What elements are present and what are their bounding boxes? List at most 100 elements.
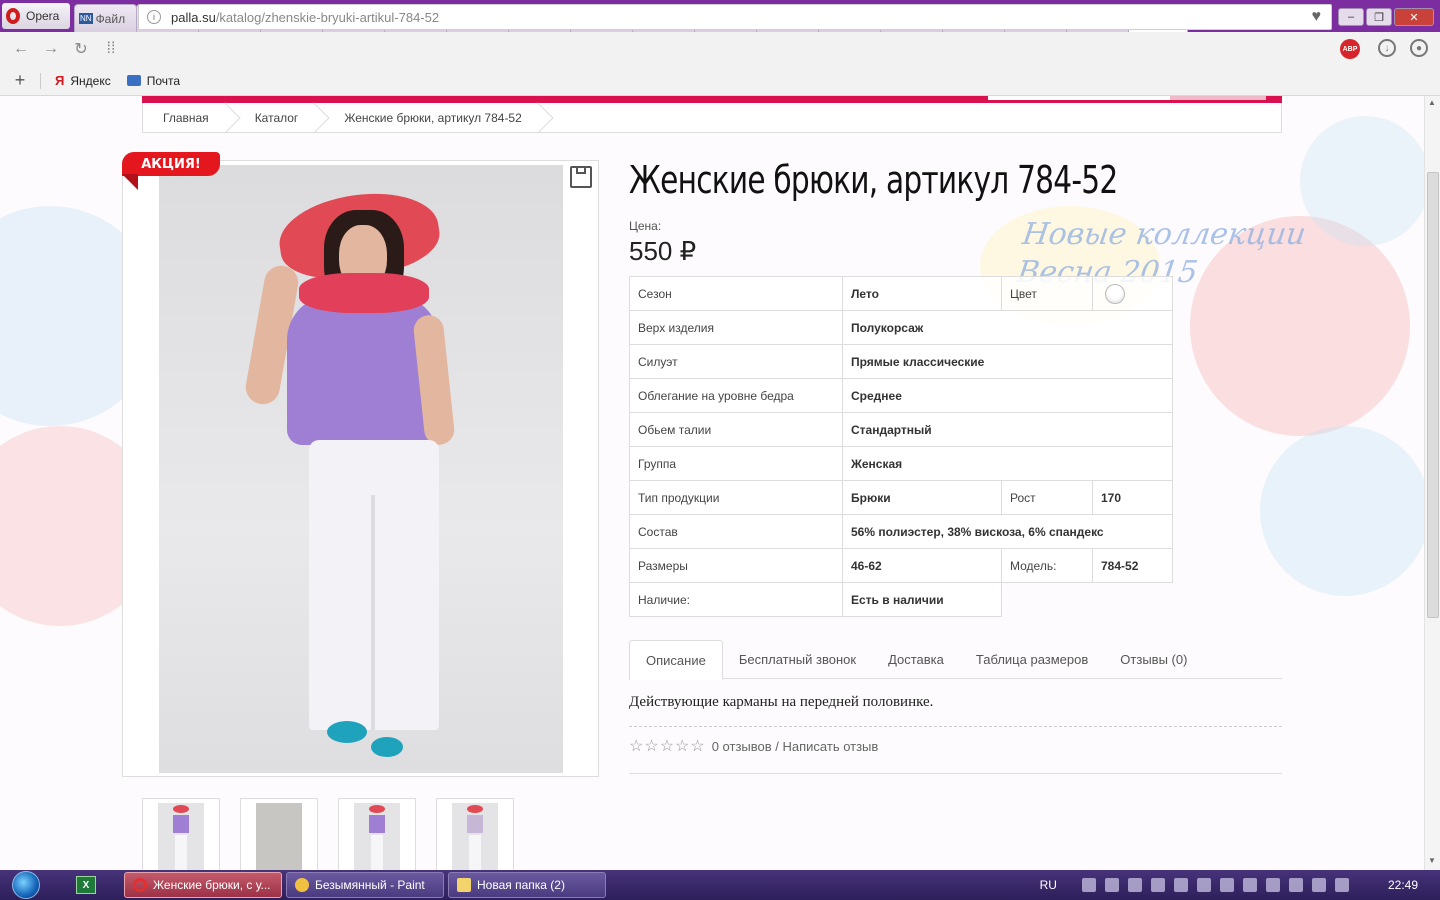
- spec-value: Брюки: [842, 480, 1002, 515]
- table-row: Состав 56% полиэстер, 38% вискоза, 6% сп…: [629, 514, 1173, 549]
- taskbar-opera-window[interactable]: Женские брюки, с у...: [124, 872, 282, 898]
- breadcrumb: Главная Каталог Женские брюки, артикул 7…: [142, 103, 1282, 133]
- spec-value: Полукорсаж: [842, 310, 1173, 345]
- spec-key: Верх изделия: [629, 310, 843, 345]
- reload-icon[interactable]: ↻: [66, 39, 96, 59]
- table-row: Обьем талии Стандартный: [629, 412, 1173, 447]
- tab-reviews[interactable]: Отзывы (0): [1104, 640, 1203, 679]
- opera-menu-button[interactable]: Opera: [2, 3, 70, 29]
- address-bar[interactable]: i palla.su/katalog/zhenskie-bryuki-artik…: [138, 4, 1332, 30]
- spec-key: Наличие:: [629, 582, 843, 617]
- url-text[interactable]: palla.su/katalog/zhenskie-bryuki-artikul…: [171, 10, 439, 25]
- account-icon[interactable]: ●: [1410, 39, 1428, 57]
- product-title: Женские брюки, артикул 784-52: [629, 158, 1118, 202]
- close-window-button[interactable]: ✕: [1394, 8, 1434, 26]
- taskbar-folder-window[interactable]: Новая папка (2): [448, 872, 606, 898]
- product-thumbnail[interactable]: [142, 798, 220, 870]
- spec-key: Рост: [1001, 480, 1093, 515]
- scroll-down-icon[interactable]: ▼: [1428, 856, 1436, 865]
- sale-badge: АКЦИЯ!: [122, 152, 220, 176]
- tab-size-chart[interactable]: Таблица размеров: [960, 640, 1104, 679]
- product-thumbnail[interactable]: [436, 798, 514, 870]
- back-icon[interactable]: ←: [6, 40, 36, 58]
- web-page: Главная Каталог Женские брюки, артикул 7…: [0, 96, 1424, 870]
- excel-icon[interactable]: X: [76, 876, 96, 894]
- spec-key: Цвет: [1001, 276, 1093, 311]
- bookmark-yandex[interactable]: Я Яндекс: [55, 73, 111, 88]
- tray-app-icon[interactable]: [1081, 878, 1096, 892]
- sale-badge-tail: [122, 174, 138, 190]
- tray-app-icon[interactable]: [1242, 878, 1257, 892]
- windows-taskbar: X Женские брюки, с у... Безымянный - Pai…: [0, 870, 1440, 900]
- spec-key: Группа: [629, 446, 843, 481]
- tray-app-icon[interactable]: [1288, 878, 1303, 892]
- browser-tab[interactable]: NN Файл: [74, 4, 137, 32]
- bookmark-label: Яндекс: [70, 73, 111, 88]
- table-row: Верх изделия Полукорсаж: [629, 310, 1173, 345]
- tray-app-icon[interactable]: [1219, 878, 1234, 892]
- star-rating-icon: ☆☆☆☆☆: [629, 738, 706, 755]
- search-button[interactable]: [1170, 96, 1266, 100]
- product-image-frame[interactable]: [122, 160, 599, 777]
- downloads-icon[interactable]: ↓: [1378, 39, 1396, 57]
- site-info-icon[interactable]: i: [147, 10, 161, 24]
- product-tabs: Описание Бесплатный звонок Доставка Табл…: [629, 640, 1282, 680]
- taskbar-paint-window[interactable]: Безымянный - Paint: [286, 872, 444, 898]
- product-thumbnail[interactable]: [240, 798, 318, 870]
- tray-app-icon[interactable]: [1311, 878, 1326, 892]
- rating-row: ☆☆☆☆☆ 0 отзывов / Написать отзыв: [629, 736, 878, 756]
- start-button[interactable]: [4, 870, 48, 900]
- background-flower: [1300, 116, 1424, 246]
- search-input[interactable]: [988, 96, 1170, 100]
- breadcrumb-separator: [536, 103, 548, 133]
- scroll-up-icon[interactable]: ▲: [1428, 98, 1436, 107]
- bookmark-mail[interactable]: Почта: [126, 74, 180, 88]
- tray-app-icon[interactable]: [1334, 878, 1349, 892]
- spec-value: 46-62: [842, 548, 1002, 583]
- breadcrumb-home[interactable]: Главная: [163, 111, 209, 125]
- adblock-plus-icon[interactable]: ABP: [1340, 39, 1360, 59]
- color-swatch[interactable]: [1105, 283, 1125, 304]
- network-signal-icon[interactable]: [1196, 878, 1211, 892]
- spec-value: Прямые классические: [842, 344, 1173, 379]
- maximize-button[interactable]: ❐: [1366, 8, 1392, 26]
- spec-key: Облегание на уровне бедра: [629, 378, 843, 413]
- spec-value: Стандартный: [842, 412, 1173, 447]
- product-photo[interactable]: [159, 165, 563, 773]
- save-icon[interactable]: [570, 166, 592, 188]
- tray-app-icon[interactable]: [1173, 878, 1188, 892]
- tab-delivery[interactable]: Доставка: [872, 640, 960, 679]
- table-row: Силуэт Прямые классические: [629, 344, 1173, 379]
- spec-value: Среднее: [842, 378, 1173, 413]
- scroll-thumb[interactable]: [1427, 172, 1439, 618]
- breadcrumb-catalog[interactable]: Каталог: [255, 111, 299, 125]
- taskbar-label: Новая папка (2): [477, 878, 565, 892]
- language-indicator[interactable]: RU: [1040, 878, 1057, 892]
- add-bookmark-icon[interactable]: +: [0, 70, 40, 91]
- bookmark-heart-icon[interactable]: ♥: [1312, 8, 1322, 26]
- volume-icon[interactable]: [1265, 878, 1280, 892]
- spec-key: Состав: [629, 514, 843, 549]
- tray-app-icon[interactable]: [1104, 878, 1119, 892]
- speed-dial-icon[interactable]: ⁞⁞: [96, 40, 126, 58]
- tray-app-icon[interactable]: [1150, 878, 1165, 892]
- folder-icon: [457, 878, 471, 892]
- tab-free-call[interactable]: Бесплатный звонок: [723, 640, 872, 679]
- spec-value: 56% полиэстер, 38% вискоза, 6% спандекс: [842, 514, 1173, 549]
- tray-app-icon[interactable]: [1127, 878, 1142, 892]
- color-swatch-cell: [1092, 276, 1173, 311]
- window-controls: – ❐ ✕: [1338, 8, 1434, 26]
- tab-description[interactable]: Описание: [629, 640, 723, 680]
- product-thumbnail[interactable]: [338, 798, 416, 870]
- spec-value: Женская: [842, 446, 1173, 481]
- system-clock[interactable]: 22:49: [1388, 878, 1418, 892]
- page-scrollbar[interactable]: ▲ ▼: [1424, 96, 1440, 870]
- mail-icon: [126, 75, 141, 86]
- product-specs-table: Сезон Лето Цвет Верх изделия Полукорсаж …: [629, 276, 1173, 617]
- spec-key: Тип продукции: [629, 480, 843, 515]
- minimize-button[interactable]: –: [1338, 8, 1364, 26]
- breadcrumb-separator: [223, 103, 235, 133]
- reviews-link[interactable]: 0 отзывов / Написать отзыв: [712, 739, 879, 754]
- forward-icon[interactable]: →: [36, 40, 66, 58]
- spec-key: Сезон: [629, 276, 843, 311]
